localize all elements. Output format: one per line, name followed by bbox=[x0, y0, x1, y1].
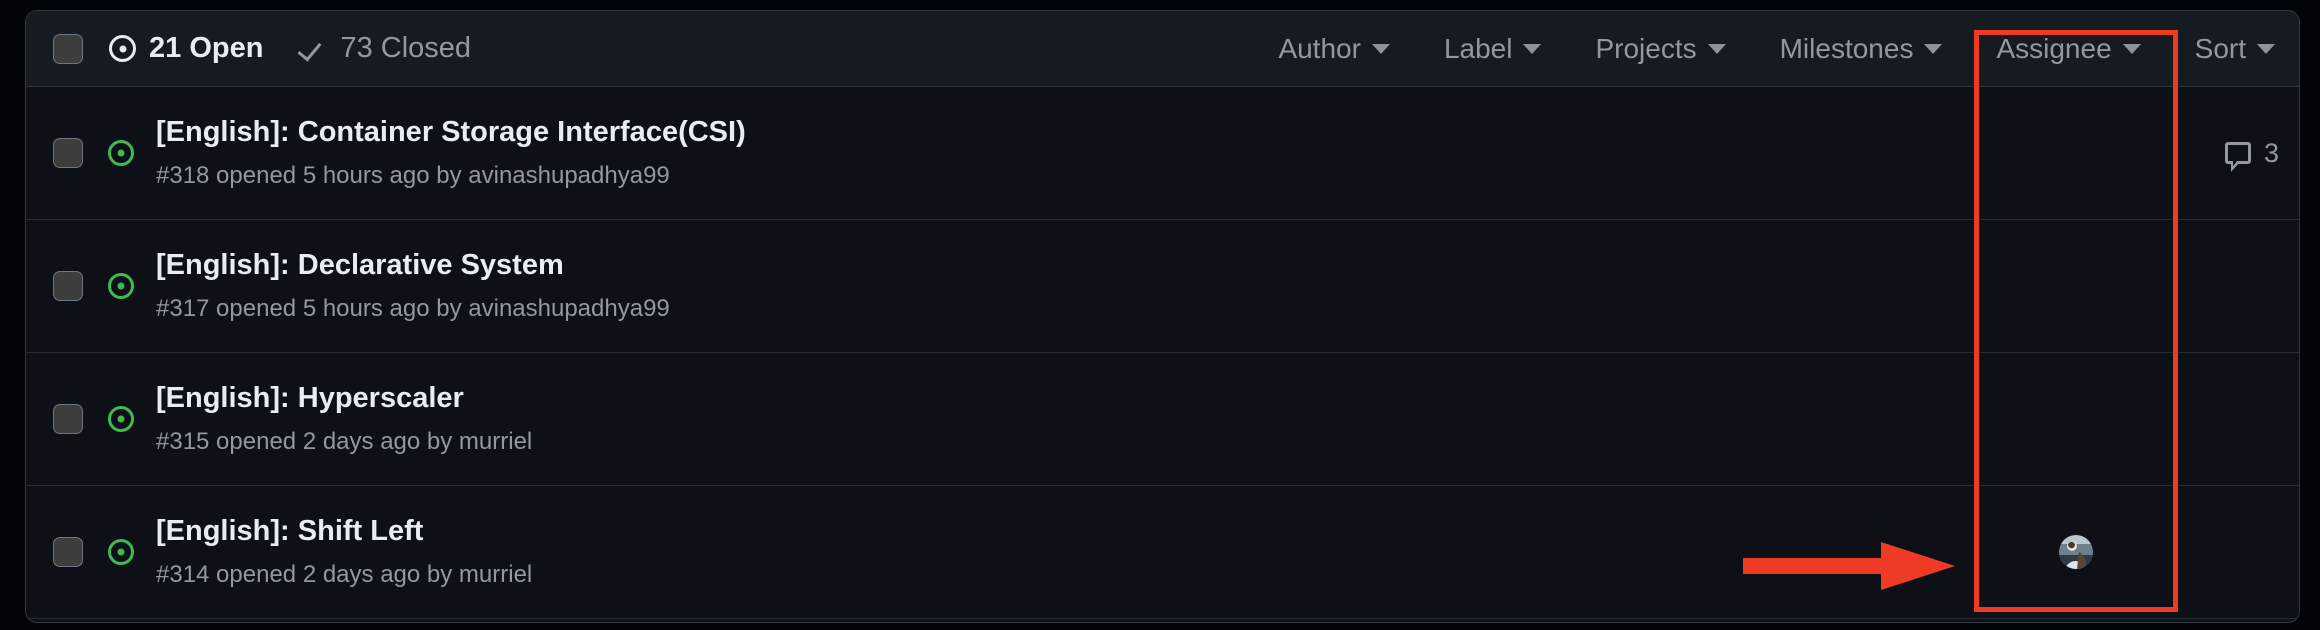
issue-checkbox[interactable] bbox=[53, 271, 83, 301]
issue-row[interactable]: [English]: Hyperscaler #315 opened 2 day… bbox=[26, 353, 2299, 486]
filter-label-label: Label bbox=[1443, 32, 1513, 64]
issues-list-container: 21 Open 73 Closed Author Label Projects bbox=[25, 10, 2300, 623]
chevron-down-icon bbox=[1707, 43, 1726, 54]
issue-opened-icon bbox=[108, 406, 134, 432]
issue-text-block: [English]: Container Storage Interface(C… bbox=[156, 116, 746, 190]
issue-assignee-cell bbox=[1974, 353, 2178, 485]
issue-assignee-cell bbox=[1974, 486, 2178, 618]
issue-row[interactable]: [English]: Declarative System #317 opene… bbox=[26, 220, 2299, 353]
issue-row[interactable]: [English]: Shift Left #314 opened 2 days… bbox=[26, 486, 2299, 619]
comment-count: 3 bbox=[2263, 137, 2279, 168]
filter-author-label: Author bbox=[1278, 32, 1361, 64]
issue-text-block: [English]: Hyperscaler #315 opened 2 day… bbox=[156, 382, 532, 456]
issue-text-block: [English]: Shift Left #314 opened 2 days… bbox=[156, 515, 532, 589]
filter-sort[interactable]: Sort bbox=[2195, 27, 2275, 71]
open-issues-label: 21 Open bbox=[149, 32, 264, 64]
issue-title[interactable]: [English]: Hyperscaler bbox=[156, 382, 532, 415]
toolbar-filters-group: Author Label Projects Milestones Assigne… bbox=[1278, 27, 2299, 71]
issue-assignee-cell bbox=[1974, 87, 2178, 219]
issue-checkbox[interactable] bbox=[53, 537, 83, 567]
issue-opened-icon bbox=[108, 539, 134, 565]
check-icon bbox=[299, 35, 327, 63]
issue-opened-icon bbox=[109, 35, 136, 62]
chevron-down-icon bbox=[1523, 43, 1542, 54]
closed-issues-label: 73 Closed bbox=[340, 32, 472, 64]
chevron-down-icon bbox=[1924, 43, 1943, 54]
issue-title[interactable]: [English]: Container Storage Interface(C… bbox=[156, 116, 746, 149]
filter-label[interactable]: Label bbox=[1444, 27, 1542, 71]
issue-meta: #318 opened 5 hours ago by avinashupadhy… bbox=[156, 162, 670, 190]
filter-author[interactable]: Author bbox=[1278, 27, 1390, 71]
chevron-down-icon bbox=[2122, 43, 2141, 54]
select-all-checkbox[interactable] bbox=[53, 33, 83, 64]
filter-sort-label: Sort bbox=[2194, 32, 2246, 64]
issue-title[interactable]: [English]: Declarative System bbox=[156, 249, 670, 282]
issue-comments[interactable]: 3 bbox=[2224, 87, 2279, 219]
issue-opened-icon bbox=[108, 273, 134, 299]
issue-title[interactable]: [English]: Shift Left bbox=[156, 515, 532, 548]
issue-opened-icon bbox=[108, 140, 134, 166]
closed-issues-filter[interactable]: 73 Closed bbox=[299, 32, 471, 65]
comment-icon bbox=[2224, 142, 2251, 172]
issue-meta: #315 opened 2 days ago by murriel bbox=[156, 428, 533, 456]
state-filter-group: 21 Open 73 Closed bbox=[109, 32, 471, 65]
filter-assignee-label: Assignee bbox=[1996, 32, 2112, 64]
assignee-avatar[interactable] bbox=[2059, 535, 2093, 569]
issue-text-block: [English]: Declarative System #317 opene… bbox=[156, 249, 670, 323]
filter-projects[interactable]: Projects bbox=[1595, 27, 1726, 71]
filter-assignee[interactable]: Assignee bbox=[1996, 27, 2141, 71]
issues-toolbar: 21 Open 73 Closed Author Label Projects bbox=[26, 11, 2299, 87]
issue-meta: #317 opened 5 hours ago by avinashupadhy… bbox=[156, 295, 670, 323]
chevron-down-icon bbox=[1371, 43, 1390, 54]
issue-row[interactable]: [English]: Container Storage Interface(C… bbox=[26, 87, 2299, 220]
issue-checkbox[interactable] bbox=[53, 404, 83, 434]
chevron-down-icon bbox=[2257, 43, 2275, 54]
filter-milestones[interactable]: Milestones bbox=[1780, 27, 1943, 71]
issue-assignee-cell bbox=[1974, 220, 2178, 352]
issue-checkbox[interactable] bbox=[53, 138, 83, 168]
toolbar-left-group: 21 Open 73 Closed bbox=[26, 32, 471, 65]
filter-milestones-label: Milestones bbox=[1779, 32, 1914, 64]
open-issues-filter[interactable]: 21 Open bbox=[109, 32, 263, 65]
issue-meta: #314 opened 2 days ago by murriel bbox=[156, 561, 533, 589]
filter-projects-label: Projects bbox=[1595, 32, 1697, 64]
